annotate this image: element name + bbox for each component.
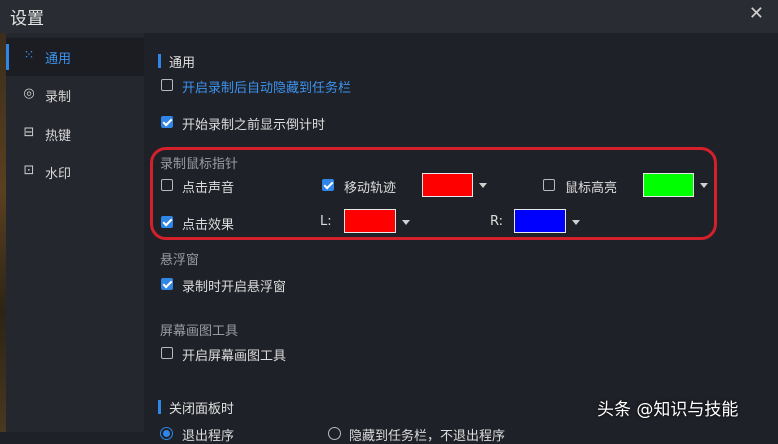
section-general-heading: 通用	[158, 52, 195, 71]
left-click-label: L:	[320, 214, 332, 229]
click-sound-checkbox[interactable]	[161, 179, 173, 191]
right-click-label: R:	[490, 214, 504, 229]
hide-taskbar-checkbox[interactable]	[161, 79, 173, 91]
mouse-highlight-label: 鼠标高亮	[565, 181, 618, 196]
section-float-heading: 悬浮窗	[160, 253, 200, 268]
click-effect-label: 点击效果	[182, 218, 235, 233]
chevron-down-icon[interactable]	[700, 183, 708, 188]
exit-program-radio[interactable]	[160, 427, 173, 440]
countdown-label: 开始录制之前显示倒计时	[182, 118, 326, 133]
move-track-label: 移动轨迹	[344, 181, 397, 196]
grid-icon: ⁙	[23, 48, 35, 63]
close-icon[interactable]: ✕	[749, 3, 764, 24]
watermark-icon: ⊡	[23, 163, 35, 178]
sidebar-item-label: 通用	[45, 52, 72, 67]
record-icon: ◎	[23, 86, 35, 101]
draw-tool-label: 开启屏幕画图工具	[182, 349, 287, 364]
keyboard-icon: ⊟	[23, 125, 35, 140]
sidebar-item-hotkey[interactable]: ⊟ 热键	[6, 115, 144, 153]
title-bar: 设置 ✕	[0, 0, 778, 33]
sidebar-item-label: 热键	[45, 129, 72, 144]
exit-program-label: 退出程序	[182, 429, 235, 444]
highlight-color-swatch[interactable]	[643, 173, 694, 197]
draw-tool-checkbox[interactable]	[161, 347, 173, 359]
countdown-checkbox[interactable]	[161, 116, 173, 128]
sidebar-item-label: 水印	[45, 167, 72, 182]
click-sound-label: 点击声音	[182, 181, 235, 196]
float-window-label: 录制时开启悬浮窗	[182, 280, 287, 295]
chevron-down-icon[interactable]	[479, 183, 487, 188]
section-draw-heading: 屏幕画图工具	[160, 324, 239, 339]
click-effect-checkbox[interactable]	[161, 216, 173, 228]
move-track-checkbox[interactable]	[322, 179, 334, 191]
hide-to-taskbar-label: 隐藏到任务栏，不退出程序	[349, 429, 506, 444]
right-click-color-swatch[interactable]	[514, 209, 566, 233]
sidebar-item-watermark[interactable]: ⊡ 水印	[6, 153, 144, 191]
sidebar-item-label: 录制	[45, 90, 72, 105]
sidebar-item-general[interactable]: ⁙ 通用	[6, 38, 144, 76]
section-close-heading: 关闭面板时	[158, 398, 234, 417]
settings-panel: 通用 开启录制后自动隐藏到任务栏 开始录制之前显示倒计时 录制鼠标指针 点击声音…	[144, 33, 778, 444]
window-title: 设置	[10, 9, 44, 29]
sidebar: ⁙ 通用 ◎ 录制 ⊟ 热键 ⊡ 水印	[6, 33, 144, 432]
float-window-checkbox[interactable]	[161, 278, 173, 290]
left-click-color-swatch[interactable]	[344, 209, 396, 233]
move-track-color-swatch[interactable]	[422, 173, 473, 197]
chevron-down-icon[interactable]	[402, 220, 410, 225]
chevron-down-icon[interactable]	[572, 220, 580, 225]
watermark-text: 头条 @知识与技能	[597, 400, 739, 420]
hide-to-taskbar-radio[interactable]	[328, 427, 341, 440]
mouse-highlight-checkbox[interactable]	[543, 179, 555, 191]
hide-taskbar-label[interactable]: 开启录制后自动隐藏到任务栏	[182, 77, 351, 96]
sidebar-item-record[interactable]: ◎ 录制	[6, 76, 144, 114]
section-mouse-heading: 录制鼠标指针	[160, 157, 239, 172]
